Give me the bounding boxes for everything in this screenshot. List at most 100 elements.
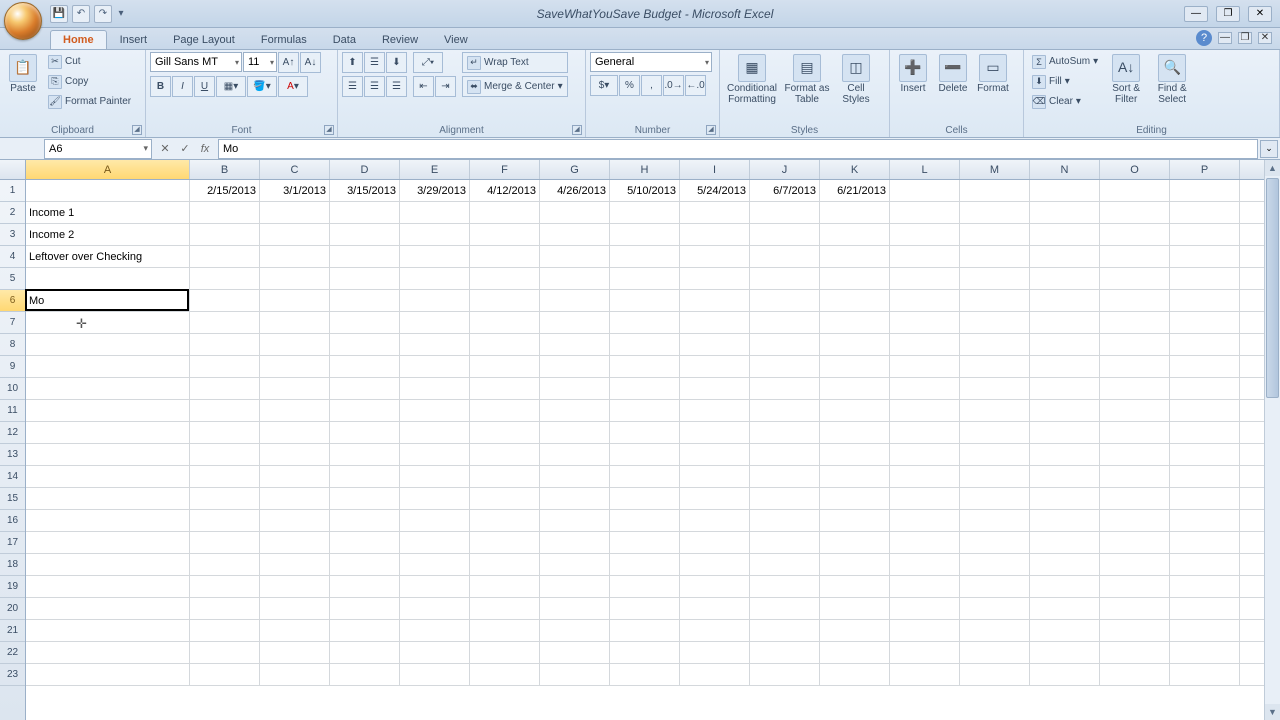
cell-G22[interactable] [540, 642, 610, 663]
cell-C2[interactable] [260, 202, 330, 223]
cell-B4[interactable] [190, 246, 260, 267]
cell-N13[interactable] [1030, 444, 1100, 465]
cell-J16[interactable] [750, 510, 820, 531]
qat-customize-icon[interactable]: ▾ [116, 5, 126, 23]
cell-L9[interactable] [890, 356, 960, 377]
cell-P22[interactable] [1170, 642, 1240, 663]
align-left-button[interactable]: ☰ [342, 76, 363, 97]
cell-C9[interactable] [260, 356, 330, 377]
cell-L2[interactable] [890, 202, 960, 223]
row-header-9[interactable]: 9 [0, 356, 25, 378]
cell-L8[interactable] [890, 334, 960, 355]
cell-A20[interactable] [26, 598, 190, 619]
cell-F2[interactable] [470, 202, 540, 223]
cell-M12[interactable] [960, 422, 1030, 443]
row-header-13[interactable]: 13 [0, 444, 25, 466]
comma-button[interactable]: , [641, 75, 662, 96]
cell-C12[interactable] [260, 422, 330, 443]
cell-N20[interactable] [1030, 598, 1100, 619]
fill-button[interactable]: ⬇Fill ▾ [1028, 72, 1102, 91]
copy-button[interactable]: ⎘Copy [44, 72, 135, 91]
cell-K14[interactable] [820, 466, 890, 487]
row-header-10[interactable]: 10 [0, 378, 25, 400]
cell-J22[interactable] [750, 642, 820, 663]
sort-filter-button[interactable]: A↓Sort & Filter [1104, 52, 1148, 107]
cell-A14[interactable] [26, 466, 190, 487]
cell-O20[interactable] [1100, 598, 1170, 619]
cell-H1[interactable]: 5/10/2013 [610, 180, 680, 201]
cell-I13[interactable] [680, 444, 750, 465]
tab-formulas[interactable]: Formulas [248, 30, 320, 49]
cell-O4[interactable] [1100, 246, 1170, 267]
align-middle-button[interactable]: ☰ [364, 52, 385, 73]
cell-M17[interactable] [960, 532, 1030, 553]
cell-B16[interactable] [190, 510, 260, 531]
cell-K15[interactable] [820, 488, 890, 509]
italic-button[interactable]: I [172, 76, 193, 97]
cell-K11[interactable] [820, 400, 890, 421]
cell-L11[interactable] [890, 400, 960, 421]
cell-F4[interactable] [470, 246, 540, 267]
cell-N6[interactable] [1030, 290, 1100, 311]
ribbon-minimize-icon[interactable]: — [1218, 32, 1232, 44]
cell-D18[interactable] [330, 554, 400, 575]
cell-K16[interactable] [820, 510, 890, 531]
cell-O12[interactable] [1100, 422, 1170, 443]
cell-I7[interactable] [680, 312, 750, 333]
cell-C23[interactable] [260, 664, 330, 685]
wrap-text-button[interactable]: ↵Wrap Text [462, 52, 568, 73]
cell-D13[interactable] [330, 444, 400, 465]
name-box[interactable]: A6 [44, 139, 152, 159]
cell-N2[interactable] [1030, 202, 1100, 223]
number-format-select[interactable]: General [590, 52, 712, 72]
insert-cells-button[interactable]: ➕Insert [894, 52, 932, 96]
col-header-I[interactable]: I [680, 160, 750, 179]
cell-I1[interactable]: 5/24/2013 [680, 180, 750, 201]
cell-E5[interactable] [400, 268, 470, 289]
cell-O8[interactable] [1100, 334, 1170, 355]
cell-H15[interactable] [610, 488, 680, 509]
cell-I5[interactable] [680, 268, 750, 289]
cell-L6[interactable] [890, 290, 960, 311]
find-select-button[interactable]: 🔍Find & Select [1150, 52, 1194, 107]
cell-A13[interactable] [26, 444, 190, 465]
cell-C16[interactable] [260, 510, 330, 531]
cell-G14[interactable] [540, 466, 610, 487]
format-as-table-button[interactable]: ▤Format as Table [782, 52, 832, 107]
cell-P3[interactable] [1170, 224, 1240, 245]
cell-D22[interactable] [330, 642, 400, 663]
cell-L15[interactable] [890, 488, 960, 509]
cell-L5[interactable] [890, 268, 960, 289]
ribbon-close-icon[interactable]: ✕ [1258, 32, 1272, 44]
cell-K3[interactable] [820, 224, 890, 245]
cell-C6[interactable] [260, 290, 330, 311]
cell-C22[interactable] [260, 642, 330, 663]
tab-view[interactable]: View [431, 30, 481, 49]
cell-A22[interactable] [26, 642, 190, 663]
cell-D17[interactable] [330, 532, 400, 553]
cell-N16[interactable] [1030, 510, 1100, 531]
cell-N17[interactable] [1030, 532, 1100, 553]
cell-C11[interactable] [260, 400, 330, 421]
clear-button[interactable]: ⌫Clear ▾ [1028, 92, 1102, 111]
cell-H20[interactable] [610, 598, 680, 619]
qat-save-icon[interactable]: 💾 [50, 5, 68, 23]
cell-M5[interactable] [960, 268, 1030, 289]
col-header-J[interactable]: J [750, 160, 820, 179]
col-header-O[interactable]: O [1100, 160, 1170, 179]
cell-P9[interactable] [1170, 356, 1240, 377]
cell-H13[interactable] [610, 444, 680, 465]
cell-A18[interactable] [26, 554, 190, 575]
cell-G4[interactable] [540, 246, 610, 267]
cell-M1[interactable] [960, 180, 1030, 201]
cell-M15[interactable] [960, 488, 1030, 509]
minimize-button[interactable]: — [1184, 6, 1208, 22]
align-bottom-button[interactable]: ⬇ [386, 52, 407, 73]
tab-page-layout[interactable]: Page Layout [160, 30, 248, 49]
cell-E15[interactable] [400, 488, 470, 509]
cell-E10[interactable] [400, 378, 470, 399]
cell-E12[interactable] [400, 422, 470, 443]
cell-N12[interactable] [1030, 422, 1100, 443]
cell-H18[interactable] [610, 554, 680, 575]
cell-E21[interactable] [400, 620, 470, 641]
